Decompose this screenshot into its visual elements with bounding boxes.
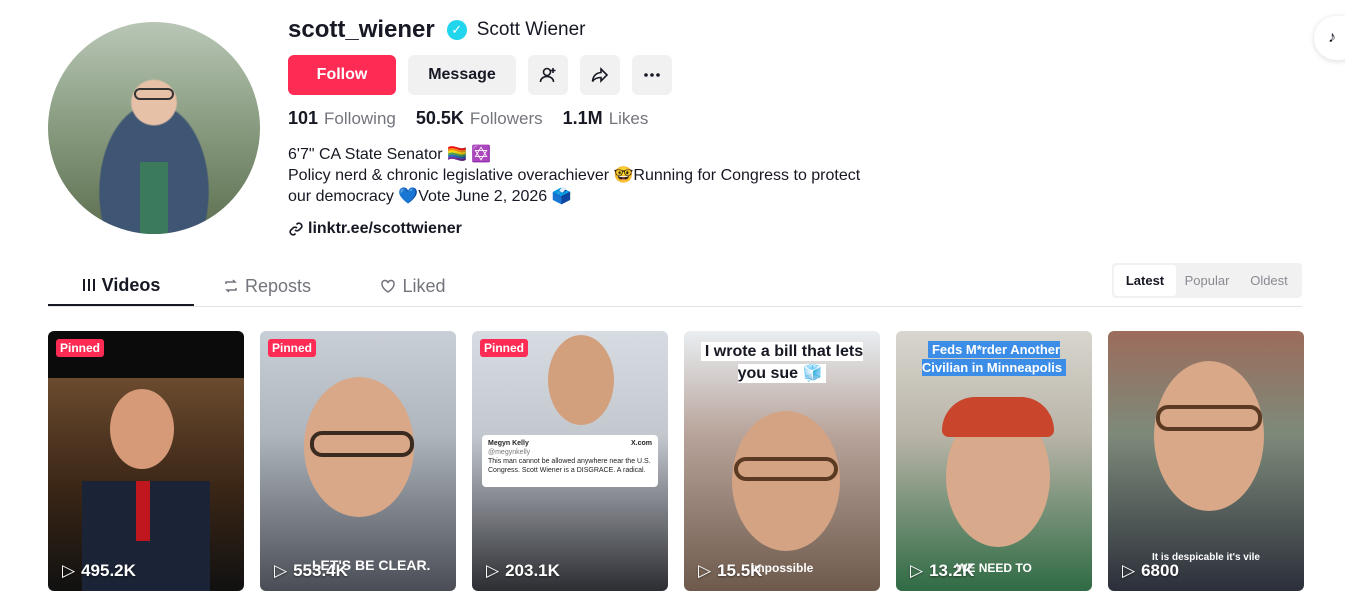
- view-count: ▷ 553.4K: [274, 561, 348, 581]
- tab-label: Liked: [402, 275, 446, 296]
- view-count-value: 13.2K: [929, 561, 975, 580]
- share-icon: [591, 67, 609, 83]
- tab-label: Reposts: [244, 275, 312, 296]
- share-button[interactable]: [580, 55, 620, 95]
- followers-label: Followers: [469, 109, 543, 128]
- tab-videos[interactable]: Videos: [48, 266, 194, 306]
- play-icon: ▷: [486, 561, 500, 580]
- view-count: ▷ 13.2K: [910, 561, 974, 581]
- stat-following[interactable]: 101 Following: [288, 108, 396, 129]
- bio-line: our democracy 💙Vote June 2, 2026 🗳️: [288, 188, 572, 205]
- link-icon: [289, 222, 303, 236]
- tab-label: Videos: [101, 274, 161, 295]
- message-button[interactable]: Message: [408, 55, 516, 95]
- play-icon: ▷: [274, 561, 288, 580]
- play-icon: ▷: [62, 561, 76, 580]
- view-count: ▷ 203.1K: [486, 561, 560, 581]
- tweet-embed: Megyn Kelly X.com @megynkelly This man ca…: [482, 435, 658, 487]
- sort-popular[interactable]: Popular: [1176, 265, 1238, 296]
- video-card[interactable]: It is despicable it's vile ▷ 6800: [1108, 331, 1304, 591]
- tabs-divider: [48, 306, 1302, 307]
- video-caption-text: Feds M*rder Another Civilian in Minneapo…: [921, 341, 1067, 376]
- play-icon: ▷: [698, 561, 712, 580]
- profile-avatar[interactable]: [48, 22, 260, 234]
- view-count: ▷ 495.2K: [62, 561, 136, 581]
- video-thumbnail-glasses: [734, 457, 838, 481]
- video-grid: Pinned ▷ 495.2K Pinned LET'S BE CLEAR. ▷ 5…: [48, 331, 1304, 591]
- video-thumbnail-face: [732, 411, 840, 551]
- tiktok-logo-icon: ♪: [1328, 29, 1336, 46]
- video-thumbnail-face: [110, 389, 174, 469]
- video-card[interactable]: Feds M*rder Another Civilian in Minneapo…: [896, 331, 1092, 591]
- following-label: Following: [324, 109, 396, 128]
- profile-stats: 101 Following 50.5K Followers 1.1M Likes: [288, 108, 648, 129]
- stat-likes: 1.1M Likes: [563, 108, 649, 129]
- tab-reposts[interactable]: Reposts: [194, 266, 340, 306]
- add-user-icon: [539, 67, 556, 83]
- username: scott_wiener: [288, 16, 435, 43]
- more-options-button[interactable]: [632, 55, 672, 95]
- video-card[interactable]: Megyn Kelly X.com @megynkelly This man ca…: [472, 331, 668, 591]
- tiktok-corner-button[interactable]: ♪: [1314, 16, 1345, 60]
- pinned-badge: Pinned: [268, 339, 317, 357]
- more-icon: [644, 73, 660, 77]
- view-count-value: 15.5K: [717, 561, 763, 580]
- avatar-shirt: [140, 162, 168, 234]
- view-count-value: 6800: [1141, 561, 1179, 580]
- sort-toggle: Latest Popular Oldest: [1112, 263, 1302, 298]
- view-count-value: 203.1K: [505, 561, 560, 580]
- video-thumbnail-glasses: [310, 431, 414, 457]
- video-caption-text: I wrote a bill that lets you sue 🧊: [700, 342, 864, 383]
- view-count: ▷ 15.5K: [698, 561, 762, 581]
- stat-followers[interactable]: 50.5K Followers: [416, 108, 543, 129]
- video-card[interactable]: Pinned LET'S BE CLEAR. ▷ 553.4K: [260, 331, 456, 591]
- view-count: ▷ 6800: [1122, 561, 1179, 581]
- pinned-badge: Pinned: [480, 339, 529, 357]
- avatar-glasses: [134, 88, 174, 100]
- pinned-badge: Pinned: [56, 339, 105, 357]
- add-friend-button[interactable]: [528, 55, 568, 95]
- profile-tabs: Videos Reposts Liked: [48, 266, 486, 306]
- view-count-value: 495.2K: [81, 561, 136, 580]
- sort-oldest[interactable]: Oldest: [1238, 265, 1300, 296]
- username-row: scott_wiener ✓ Scott Wiener: [288, 14, 585, 46]
- display-name: Scott Wiener: [476, 19, 586, 40]
- heart-icon: [381, 279, 396, 293]
- profile-link[interactable]: linktr.ee/scottwiener: [288, 220, 462, 238]
- play-icon: ▷: [910, 561, 924, 580]
- bio-line: 6'7" CA State Senator 🏳️‍🌈 ✡️: [288, 146, 492, 163]
- sort-latest[interactable]: Latest: [1114, 265, 1176, 296]
- video-card[interactable]: I wrote a bill that lets you sue 🧊 impos…: [684, 331, 880, 591]
- verified-badge-icon: ✓: [446, 20, 467, 40]
- video-caption: Feds M*rder Another Civilian in Minneapo…: [906, 341, 1082, 377]
- follow-button[interactable]: Follow: [288, 55, 396, 95]
- profile-link-text: linktr.ee/scottwiener: [308, 220, 462, 237]
- tweet-source: X.com: [630, 440, 652, 447]
- likes-count: 1.1M: [562, 108, 603, 128]
- repost-icon: [225, 279, 237, 293]
- tweet-handle: @megynkelly: [488, 449, 531, 456]
- following-count: 101: [288, 108, 319, 128]
- video-thumbnail-tie: [136, 481, 150, 541]
- profile-bio: 6'7" CA State Senator 🏳️‍🌈 ✡️ Policy ner…: [288, 144, 908, 207]
- likes-label: Likes: [608, 109, 649, 128]
- video-thumbnail-cap: [942, 397, 1054, 437]
- video-thumbnail-face: [1154, 361, 1264, 511]
- play-icon: ▷: [1122, 561, 1136, 580]
- video-card[interactable]: Pinned ▷ 495.2K: [48, 331, 244, 591]
- followers-count: 50.5K: [415, 108, 464, 128]
- bio-line: Policy nerd & chronic legislative overac…: [288, 167, 861, 184]
- video-caption: I wrote a bill that lets you sue 🧊: [694, 341, 870, 385]
- view-count-value: 553.4K: [293, 561, 348, 580]
- video-thumbnail-face: [548, 335, 614, 425]
- video-thumbnail-glasses: [1156, 405, 1262, 431]
- tweet-text: This man cannot be allowed anywhere near…: [488, 458, 651, 474]
- grid-icon: [82, 279, 95, 291]
- tweet-author: Megyn Kelly: [488, 440, 529, 447]
- tab-liked[interactable]: Liked: [340, 266, 486, 306]
- profile-actions: Follow Message: [288, 55, 672, 95]
